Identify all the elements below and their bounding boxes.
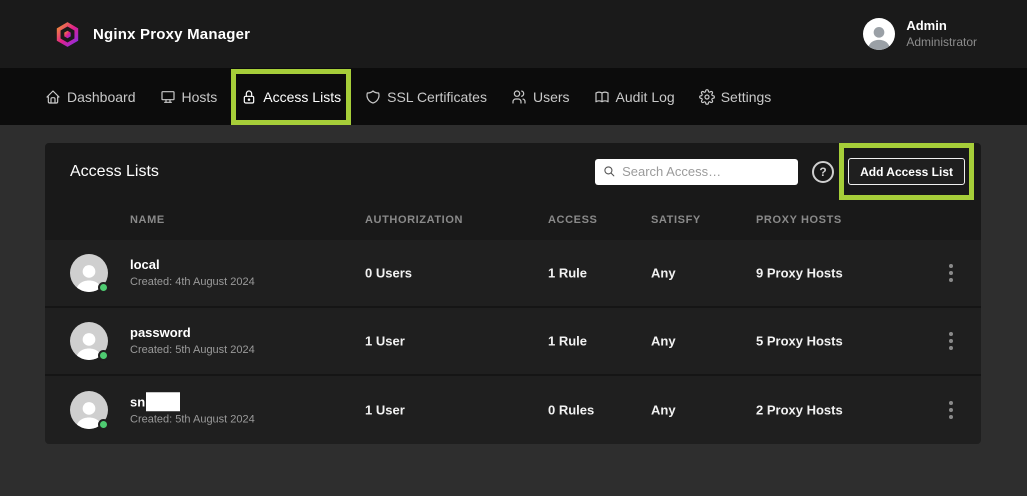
nav-item-audit-log[interactable]: Audit Log: [594, 82, 675, 112]
nav-item-access-lists[interactable]: Access Lists: [241, 82, 341, 112]
home-icon: [45, 89, 61, 105]
access-cell: 1 Rule: [548, 266, 587, 281]
nav-item-ssl-certificates[interactable]: SSL Certificates: [365, 82, 487, 112]
name-cell: password Created: 5th August 2024: [130, 324, 255, 358]
app-root: Nginx Proxy Manager Admin Administrator …: [0, 0, 1027, 496]
access-cell: 1 Rule: [548, 334, 587, 349]
redaction-box: [146, 392, 180, 411]
avatar: [70, 254, 108, 292]
proxy-hosts-cell: 2 Proxy Hosts: [756, 403, 843, 418]
search-input[interactable]: [622, 164, 790, 179]
app-title: Nginx Proxy Manager: [93, 26, 250, 43]
access-lists-panel: Access Lists ? Add Access List NAME AUTH…: [45, 143, 981, 444]
column-header-satisfy: SATISFY: [651, 214, 701, 226]
proxy-hosts-cell: 9 Proxy Hosts: [756, 266, 843, 281]
nav-label: Users: [533, 89, 570, 105]
status-dot: [98, 350, 109, 361]
table-row: local Created: 4th August 2024 0 Users 1…: [45, 240, 981, 308]
satisfy-cell: Any: [651, 266, 676, 281]
search-icon: [603, 165, 616, 178]
help-button[interactable]: ?: [812, 161, 834, 183]
nav-label: Dashboard: [67, 89, 136, 105]
column-header-proxy-hosts: PROXY HOSTS: [756, 214, 842, 226]
authorization-cell: 1 User: [365, 334, 405, 349]
row-menu-button[interactable]: [943, 326, 959, 356]
gear-icon: [699, 89, 715, 105]
app-header: Nginx Proxy Manager Admin Administrator: [0, 0, 1027, 68]
access-cell: 0 Rules: [548, 403, 594, 418]
nav-item-settings[interactable]: Settings: [699, 82, 772, 112]
nav-label: Settings: [721, 89, 772, 105]
book-icon: [594, 89, 610, 105]
created-date: Created: 5th August 2024: [130, 411, 255, 428]
users-icon: [511, 89, 527, 105]
row-menu-button[interactable]: [943, 258, 959, 288]
access-list-name: password: [130, 324, 255, 342]
access-list-name: sn: [130, 392, 255, 411]
column-header-name: NAME: [130, 214, 165, 226]
column-header-authorization: AUTHORIZATION: [365, 214, 463, 226]
satisfy-cell: Any: [651, 403, 676, 418]
proxy-hosts-cell: 5 Proxy Hosts: [756, 334, 843, 349]
person-icon: [863, 21, 895, 50]
created-date: Created: 5th August 2024: [130, 342, 255, 359]
nav-label: SSL Certificates: [387, 89, 487, 105]
help-label: ?: [819, 165, 826, 179]
lock-icon: [241, 89, 257, 105]
nav-label: Audit Log: [616, 89, 675, 105]
shield-icon: [365, 89, 381, 105]
user-name: Admin: [906, 18, 977, 35]
status-dot: [98, 419, 109, 430]
nav-label: Access Lists: [263, 89, 341, 105]
user-menu[interactable]: Admin Administrator: [863, 18, 977, 50]
table-header: NAME AUTHORIZATION ACCESS SATISFY PROXY …: [45, 200, 981, 240]
add-access-list-button[interactable]: Add Access List: [848, 158, 965, 185]
row-menu-button[interactable]: [943, 395, 959, 425]
authorization-cell: 1 User: [365, 403, 405, 418]
table-row: password Created: 5th August 2024 1 User…: [45, 308, 981, 376]
avatar: [70, 322, 108, 360]
user-text: Admin Administrator: [906, 18, 977, 50]
name-cell: sn Created: 5th August 2024: [130, 392, 255, 428]
nav-item-hosts[interactable]: Hosts: [160, 82, 218, 112]
monitor-icon: [160, 89, 176, 105]
avatar: [70, 391, 108, 429]
nav-label: Hosts: [182, 89, 218, 105]
table-row: sn Created: 5th August 2024 1 User 0 Rul…: [45, 376, 981, 444]
nav-item-users[interactable]: Users: [511, 82, 570, 112]
brand: Nginx Proxy Manager: [54, 21, 250, 48]
column-header-access: ACCESS: [548, 214, 597, 226]
user-role: Administrator: [906, 35, 977, 51]
name-cell: local Created: 4th August 2024: [130, 256, 255, 290]
panel-controls: ? Add Access List: [595, 158, 965, 185]
nav-item-dashboard[interactable]: Dashboard: [45, 82, 136, 112]
app-logo-icon: [54, 21, 81, 48]
panel-header: Access Lists ? Add Access List: [45, 143, 981, 200]
access-list-name: local: [130, 256, 255, 274]
search-box: [595, 159, 798, 185]
authorization-cell: 0 Users: [365, 266, 412, 281]
satisfy-cell: Any: [651, 334, 676, 349]
created-date: Created: 4th August 2024: [130, 274, 255, 291]
panel-title: Access Lists: [70, 163, 159, 181]
status-dot: [98, 282, 109, 293]
main-nav: Dashboard Hosts Access Lists SSL Certifi…: [0, 68, 1027, 125]
user-avatar: [863, 18, 895, 50]
